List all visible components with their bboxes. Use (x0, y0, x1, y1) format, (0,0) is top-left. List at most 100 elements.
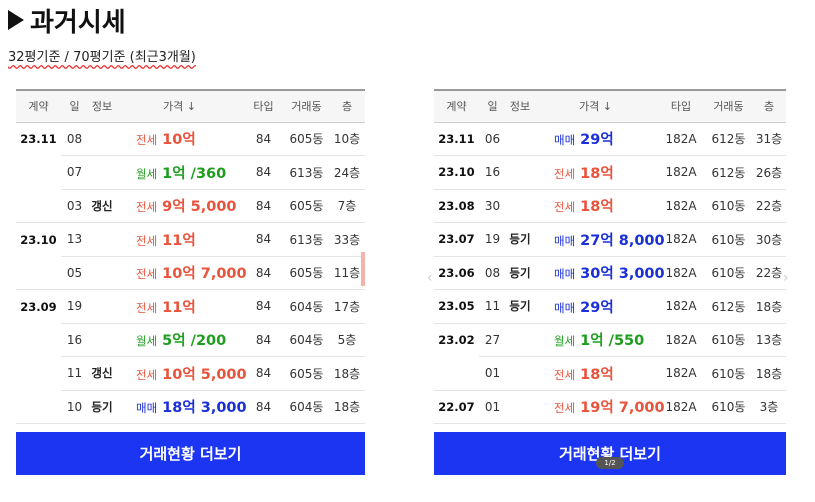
table-row[interactable]: 23.11 06 매매 29억 182A 612동 31층 (434, 122, 786, 156)
column-header: 계약 (446, 100, 467, 114)
unit-type: 84 (243, 289, 284, 324)
price-cell: 전세 18억 (534, 356, 657, 391)
info-badge (88, 155, 116, 190)
floor: 33층 (329, 222, 365, 257)
more-transactions-button[interactable]: 거래현황 더보기 (16, 432, 365, 475)
contract-day: 01 (479, 356, 506, 391)
contract-month: 23.07 (434, 222, 479, 257)
floor: 30층 (752, 222, 786, 257)
contract-day: 03 (61, 189, 88, 223)
floor: 18층 (329, 390, 365, 424)
price-cell: 월세 1억 /550 (534, 323, 657, 357)
contract-day: 16 (479, 155, 506, 190)
deal-price: 11억 (162, 299, 196, 316)
table-row[interactable]: 23.02 27 월세 1억 /550 182A 610동 13층 (434, 323, 786, 357)
deal-kind: 매매 (136, 401, 158, 416)
building-dong: 610동 (705, 222, 752, 257)
price-cell: 매매 29억 (534, 289, 657, 324)
column-header: 거래동 (291, 100, 322, 114)
unit-type: 84 (243, 222, 284, 257)
subtitle-text: 32평기준 / 70평기준 (최근3개월) (8, 50, 196, 65)
table-row[interactable]: 05 전세 10억 7,000 84 605동 11층 (16, 256, 365, 290)
floor: 22층 (752, 256, 786, 290)
unit-type: 182A (657, 356, 705, 391)
contract-month: 23.10 (20, 232, 57, 247)
unit-type: 182A (657, 189, 705, 223)
deal-kind: 전세 (136, 367, 158, 382)
contract-day: 19 (479, 222, 506, 257)
contract-month: 23.10 (434, 155, 479, 190)
building-dong: 604동 (284, 323, 329, 357)
deal-price: 10억 7,000 (162, 266, 247, 283)
right-table-body: 23.11 06 매매 29억 182A 612동 31층 23.10 16 전세 18억 182A 6… (434, 122, 786, 424)
table-row[interactable]: 23.10 13 전세 11억 84 613동 33층 (16, 222, 365, 257)
floor: 18층 (329, 356, 365, 391)
deal-price: 18억 (580, 165, 614, 182)
info-badge (506, 356, 534, 391)
column-header: 층 (341, 100, 353, 114)
scrollbar-thumb[interactable] (361, 252, 365, 286)
deal-price: 5억 /200 (162, 333, 227, 350)
contract-day: 11 (61, 356, 88, 391)
contract-day: 13 (61, 222, 88, 257)
column-header: 층 (763, 100, 775, 114)
building-dong: 605동 (284, 189, 329, 223)
contract-day: 27 (479, 323, 506, 357)
table-row[interactable]: 10 등기 매매 18억 3,000 84 604동 18층 (16, 390, 365, 424)
column-header: 일 (487, 100, 498, 114)
chevron-right-icon[interactable]: › (783, 270, 789, 286)
deal-kind: 전세 (136, 300, 158, 315)
building-dong: 605동 (284, 122, 329, 156)
info-badge (506, 323, 534, 357)
contract-day: 05 (61, 256, 88, 290)
unit-type: 84 (243, 256, 284, 290)
table-row[interactable]: 23.07 19 등기 매매 27억 8,000 182A 610동 30층 (434, 222, 786, 257)
unit-type: 84 (243, 122, 284, 156)
info-badge (88, 122, 116, 156)
deal-kind: 월세 (136, 166, 158, 181)
contract-day: 08 (61, 122, 88, 156)
price-cell: 매매 18억 3,000 (116, 390, 247, 424)
floor: 13층 (752, 323, 786, 357)
table-row[interactable]: 01 전세 18억 182A 610동 18층 (434, 356, 786, 391)
building-dong: 604동 (284, 289, 329, 324)
building-dong: 610동 (705, 356, 752, 391)
unit-type: 182A (657, 289, 705, 324)
deal-price: 29억 (580, 299, 614, 316)
info-badge: 등기 (506, 256, 534, 290)
deal-price: 18억 3,000 (162, 400, 247, 417)
table-row[interactable]: 23.11 08 전세 10억 84 605동 10층 (16, 122, 365, 156)
floor: 5층 (329, 323, 365, 357)
right-transactions-panel: 계약 일 정보 가격 ↓ 타입 거래동 층 23.11 06 매매 29억 182A 612동 31층 2… (434, 89, 786, 475)
table-row[interactable]: 23.05 11 등기 매매 29억 182A 612동 18층 (434, 289, 786, 324)
table-row[interactable]: 23.08 30 전세 18억 182A 610동 22층 (434, 189, 786, 223)
table-row[interactable]: 16 월세 5억 /200 84 604동 5층 (16, 323, 365, 357)
contract-day: 16 (61, 323, 88, 357)
unit-type: 84 (243, 390, 284, 424)
column-header: 거래동 (713, 100, 744, 114)
subtitle: 32평기준 / 70평기준 (최근3개월) (8, 46, 196, 65)
left-table-body: 23.11 08 전세 10억 84 605동 10층 07 월세 1억 /360 84 613동 24… (16, 122, 365, 424)
chevron-left-icon[interactable]: ‹ (427, 270, 433, 286)
deal-kind: 전세 (554, 401, 576, 416)
table-row[interactable]: 11 갱신 전세 10억 5,000 84 605동 18층 (16, 356, 365, 391)
contract-month (16, 323, 61, 357)
table-row[interactable]: 23.09 19 전세 11억 84 604동 17층 (16, 289, 365, 324)
table-row[interactable]: 22.07 01 전세 19억 7,000 182A 610동 3층 (434, 390, 786, 424)
deal-kind: 월세 (554, 334, 576, 349)
table-row[interactable]: 23.06 08 등기 매매 30억 3,000 182A 610동 22층 (434, 256, 786, 290)
table-row[interactable]: 23.10 16 전세 18억 182A 612동 26층 (434, 155, 786, 190)
price-cell: 전세 10억 (116, 122, 243, 156)
table-row[interactable]: 07 월세 1억 /360 84 613동 24층 (16, 155, 365, 190)
unit-type: 182A (657, 323, 705, 357)
contract-month (16, 357, 61, 391)
table-row[interactable]: 03 갱신 전세 9억 5,000 84 605동 7층 (16, 189, 365, 223)
price-cell: 전세 10억 5,000 (116, 356, 247, 391)
unit-type: 84 (243, 356, 284, 391)
contract-month: 23.05 (434, 289, 479, 324)
deal-price: 29억 (580, 132, 614, 149)
contract-day: 07 (61, 155, 88, 190)
deal-price: 10억 5,000 (162, 366, 247, 383)
price-cell: 매매 30억 3,000 (534, 256, 665, 290)
info-badge (506, 122, 534, 156)
